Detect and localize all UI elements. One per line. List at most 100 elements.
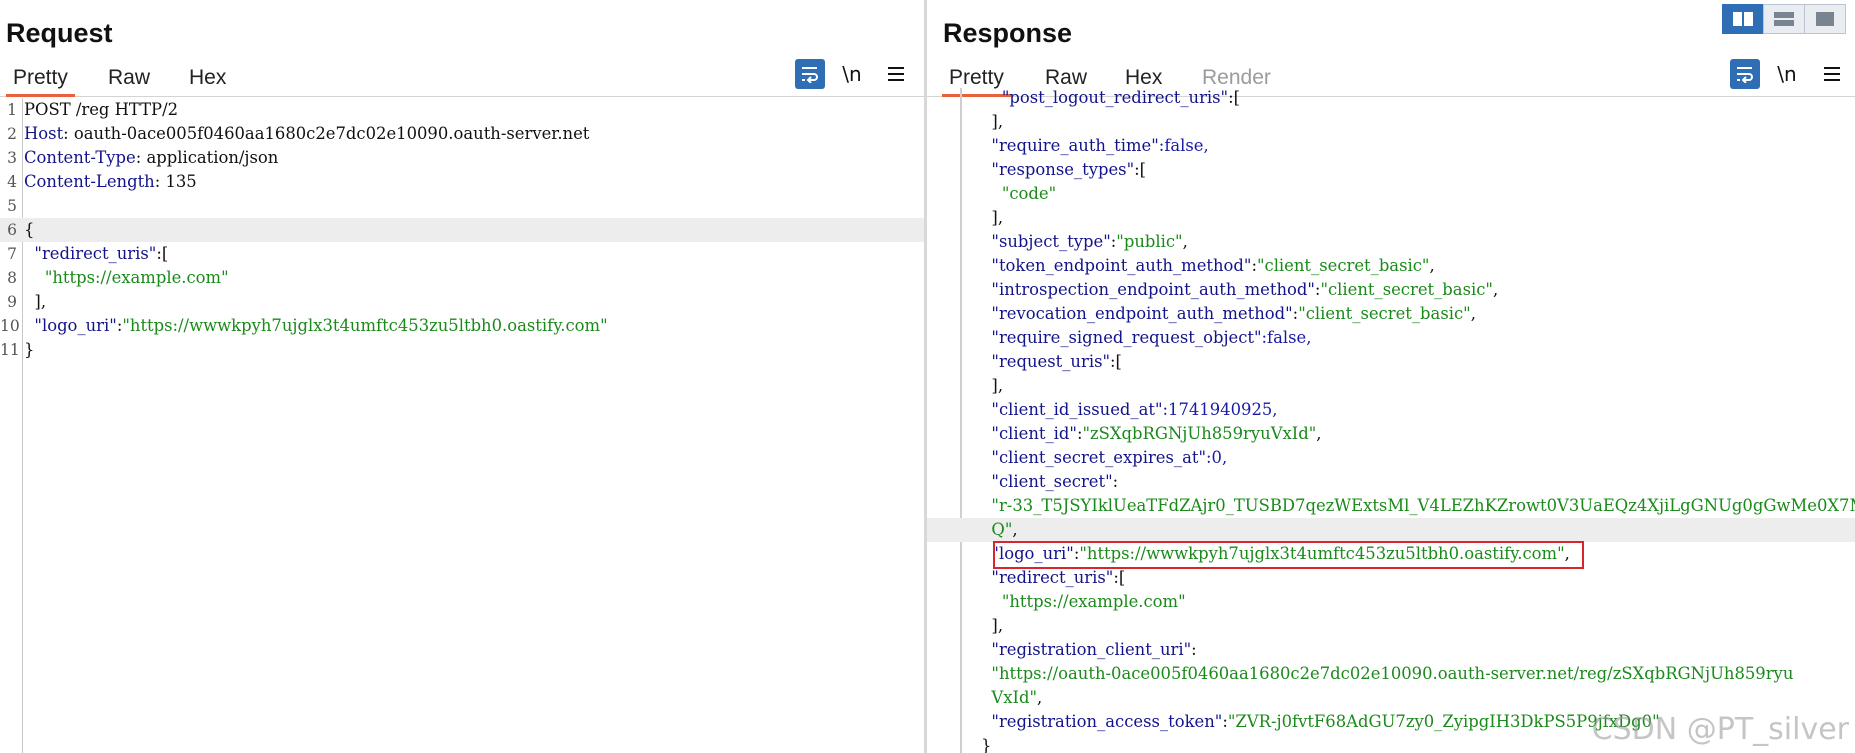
token-plain: ], — [981, 616, 1004, 635]
line-code: ], — [981, 206, 1003, 230]
response-line: "subject_type":"public", — [927, 230, 1855, 254]
response-word-wrap-icon[interactable] — [1730, 59, 1760, 89]
response-line: "client_secret_expires_at":0, — [927, 446, 1855, 470]
request-title: Request — [6, 18, 113, 48]
response-line: "post_logout_redirect_uris":[ — [927, 88, 1855, 110]
token-plain: , — [1429, 256, 1435, 275]
request-line: 1 POST /reg HTTP/2 — [0, 98, 924, 122]
split-vertical-icon[interactable] — [1763, 4, 1805, 34]
response-line: Q", — [927, 518, 1855, 542]
line-code: { — [24, 218, 34, 242]
request-tab-pretty[interactable]: Pretty — [6, 64, 75, 97]
token-key: "registration_access_token" — [981, 712, 1223, 731]
token-plain: : 135 — [154, 172, 197, 191]
token-plain: { — [24, 220, 35, 239]
request-word-wrap-icon[interactable] — [795, 59, 825, 89]
layout-toggle — [1722, 4, 1846, 34]
token-plain: :[ — [1110, 352, 1122, 371]
token-key: "request_uris" — [981, 352, 1111, 371]
response-line: ], — [927, 206, 1855, 230]
line-code: "https://example.com" — [981, 590, 1186, 614]
response-line: "request_uris":[ — [927, 350, 1855, 374]
token-plain: ], — [981, 112, 1004, 131]
line-code: } — [981, 734, 991, 753]
token-hdr-name: Content-Type — [24, 148, 136, 167]
line-code: "revocation_endpoint_auth_method":"clien… — [981, 302, 1476, 326]
response-line: "token_endpoint_auth_method":"client_sec… — [927, 254, 1855, 278]
response-line: ], — [927, 614, 1855, 638]
token-str: "client_secret_basic" — [1298, 304, 1471, 323]
request-line: 10 "logo_uri":"https://wwwkpyh7ujglx3t4u… — [0, 314, 924, 338]
line-number: 9 — [7, 293, 17, 311]
response-newline-toggle[interactable]: \n — [1777, 59, 1797, 89]
token-str: "client_secret_basic" — [1256, 256, 1430, 275]
token-plain: ], — [24, 292, 47, 311]
token-plain: , — [1564, 544, 1570, 563]
token-key: "client_id" — [981, 424, 1077, 443]
line-number: 10 — [0, 317, 20, 335]
token-plain: ], — [981, 376, 1004, 395]
line-code: Q", — [981, 518, 1017, 542]
response-line: "require_signed_request_object":false, — [927, 326, 1855, 350]
token-plain: : application/json — [135, 148, 279, 167]
token-plain: , — [1316, 424, 1322, 443]
request-tabs: Pretty Raw Hex — [0, 62, 924, 97]
response-line: "code" — [927, 182, 1855, 206]
token-str: "code" — [981, 184, 1057, 203]
token-key: "response_types" — [981, 160, 1135, 179]
line-code: "https://example.com" — [24, 266, 229, 290]
request-line: 8 "https://example.com" — [0, 266, 924, 290]
line-number: 8 — [7, 269, 17, 287]
response-editor[interactable]: "post_logout_redirect_uris":[ ], "requir… — [927, 88, 1855, 753]
line-code: ], — [24, 290, 46, 314]
token-plain: , — [1182, 232, 1188, 251]
token-key: "post_logout_redirect_uris" — [981, 88, 1229, 107]
line-code: ], — [981, 614, 1003, 638]
token-plain: : oauth-0ace005f0460aa1680c2e7dc02e10090… — [63, 124, 590, 143]
token-plain: POST /reg HTTP/2 — [24, 100, 179, 119]
line-code: ], — [981, 110, 1003, 134]
token-str: "zSXqbRGNjUh859ryuVxId" — [1082, 424, 1317, 443]
request-line: 3 Content-Type: application/json — [0, 146, 924, 170]
token-plain: :[ — [156, 244, 169, 263]
request-line: 11} — [0, 338, 924, 362]
word-wrap-icon — [802, 67, 818, 83]
token-str: "client_secret_basic" — [1320, 280, 1493, 299]
line-code: "introspection_endpoint_auth_method":"cl… — [981, 278, 1498, 302]
response-line: ], — [927, 110, 1855, 134]
token-key: "require_auth_time" — [981, 136, 1159, 155]
line-code: VxId", — [981, 686, 1042, 710]
split-horizontal-icon[interactable] — [1722, 4, 1764, 34]
request-editor[interactable]: 1 POST /reg HTTP/2 2 Host: oauth-0ace005f04… — [0, 98, 924, 753]
line-number: 2 — [7, 125, 17, 143]
line-code: "client_secret_expires_at":0, — [981, 446, 1227, 470]
line-code: "redirect_uris":[ — [24, 242, 168, 266]
line-code: "require_signed_request_object":false, — [981, 326, 1311, 350]
token-kw: :false, — [1158, 136, 1209, 155]
line-code: "post_logout_redirect_uris":[ — [981, 88, 1240, 110]
token-str: "https://oauth-0ace005f0460aa1680c2e7dc0… — [981, 664, 1794, 683]
token-key: "token_endpoint_auth_method" — [981, 256, 1252, 275]
request-newline-toggle[interactable]: \n — [842, 59, 862, 89]
line-code: "logo_uri":"https://wwwkpyh7ujglx3t4umft… — [24, 314, 607, 338]
request-line: 4 Content-Length: 135 — [0, 170, 924, 194]
request-menu-icon[interactable] — [884, 59, 908, 89]
response-line: "revocation_endpoint_auth_method":"clien… — [927, 302, 1855, 326]
line-number: 11 — [0, 341, 20, 359]
response-title: Response — [943, 18, 1073, 48]
line-code: POST /reg HTTP/2 — [24, 98, 178, 122]
response-menu-icon[interactable] — [1820, 59, 1844, 89]
http-message-viewer: Request Pretty Raw Hex \n 1 POST /reg HTT… — [0, 0, 1855, 753]
request-tab-raw[interactable]: Raw — [101, 64, 157, 94]
response-line: "redirect_uris":[ — [927, 566, 1855, 590]
line-code: "response_types":[ — [981, 158, 1146, 182]
request-line: 5 — [0, 194, 924, 218]
request-tab-hex[interactable]: Hex — [182, 64, 233, 94]
token-plain: :[ — [1113, 568, 1126, 587]
line-number: 4 — [7, 173, 17, 191]
token-plain: , — [1037, 688, 1043, 707]
token-key: "client_secret_expires_at" — [981, 448, 1206, 467]
token-key: "redirect_uris" — [981, 568, 1114, 587]
token-hdr-name: Content-Length — [24, 172, 155, 191]
single-pane-icon[interactable] — [1804, 4, 1846, 34]
